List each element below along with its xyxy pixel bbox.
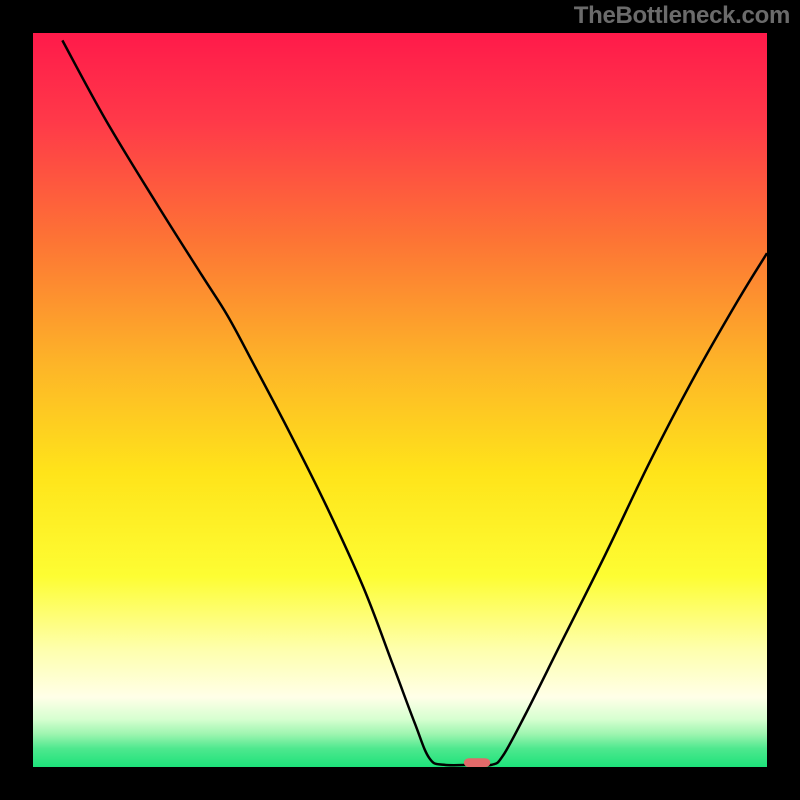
chart-container: TheBottleneck.com — [0, 0, 800, 800]
bottleneck-chart — [0, 0, 800, 800]
optimal-marker — [464, 758, 490, 767]
watermark-text: TheBottleneck.com — [574, 2, 790, 30]
plot-background — [33, 33, 767, 767]
